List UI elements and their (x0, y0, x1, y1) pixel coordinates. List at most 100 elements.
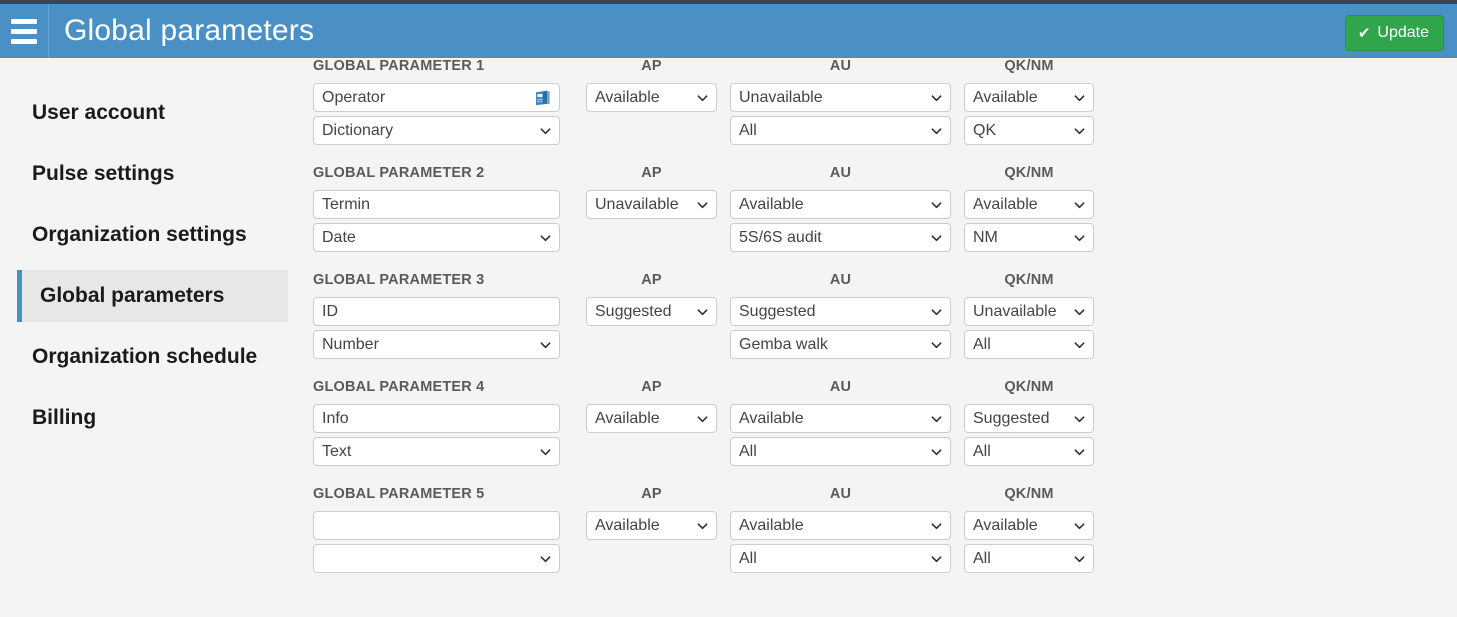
column-header-qk: QK/NM (964, 272, 1094, 288)
qknm-scope-select-value: NM (973, 229, 998, 246)
ap-availability-select[interactable]: Available (586, 511, 717, 540)
sidebar-item-user-account[interactable]: User account (17, 87, 288, 139)
chevron-down-icon (1074, 446, 1085, 457)
ap-availability-select[interactable]: Unavailable (586, 190, 717, 219)
column-header-au: AU (730, 486, 951, 502)
qknm-scope-select[interactable]: NM (964, 223, 1094, 252)
parameter-type-select[interactable]: Number (313, 330, 560, 359)
chevron-down-icon (1074, 339, 1085, 350)
sidebar-item-organization-schedule[interactable]: Organization schedule (17, 331, 288, 383)
column-header-ap: AP (586, 272, 717, 288)
ap-availability-select-value: Unavailable (595, 196, 679, 213)
hamburger-menu-icon[interactable] (0, 4, 48, 58)
chevron-down-icon (697, 413, 708, 424)
qknm-availability-select[interactable]: Suggested (964, 404, 1094, 433)
qknm-availability-select-value: Suggested (973, 410, 1050, 427)
parameter-row: GLOBAL PARAMETER 1APAUQK/NMOperatorDicti… (300, 58, 1457, 165)
chevron-down-icon (1074, 199, 1085, 210)
au-availability-select-value: Available (739, 517, 804, 534)
parameter-row: GLOBAL PARAMETER 3APAUQK/NMIDNumberSugge… (300, 272, 1457, 379)
chevron-down-icon (931, 199, 942, 210)
parameter-type-select[interactable]: Text (313, 437, 560, 466)
chevron-down-icon (1074, 232, 1085, 243)
parameter-row: GLOBAL PARAMETER 5APAUQK/NMAvailableAvai… (300, 486, 1457, 593)
qknm-scope-select[interactable]: QK (964, 116, 1094, 145)
au-availability-select-value: Available (739, 196, 804, 213)
qknm-scope-select-value: QK (973, 122, 996, 139)
sidebar-item-label: Organization settings (32, 223, 247, 247)
parameter-name-input[interactable]: ID (313, 297, 560, 326)
au-scope-select[interactable]: All (730, 437, 951, 466)
chevron-down-icon (931, 553, 942, 564)
au-scope-select[interactable]: 5S/6S audit (730, 223, 951, 252)
au-scope-select-value: All (739, 443, 757, 460)
ap-availability-select[interactable]: Available (586, 83, 717, 112)
sidebar-item-billing[interactable]: Billing (17, 392, 288, 444)
ap-availability-select[interactable]: Available (586, 404, 717, 433)
qknm-scope-select[interactable]: All (964, 544, 1094, 573)
check-icon: ✔ (1358, 26, 1371, 41)
column-header-au: AU (730, 165, 951, 181)
sidebar-item-pulse-settings[interactable]: Pulse settings (17, 148, 288, 200)
au-scope-select[interactable]: Gemba walk (730, 330, 951, 359)
qknm-scope-select[interactable]: All (964, 330, 1094, 359)
hamburger-bar (11, 29, 37, 34)
sidebar-item-label: Billing (32, 406, 96, 430)
sidebar-item-label: Global parameters (40, 284, 224, 308)
au-scope-select[interactable]: All (730, 116, 951, 145)
au-availability-select[interactable]: Available (730, 404, 951, 433)
parameter-row: GLOBAL PARAMETER 2APAUQK/NMTerminDateUna… (300, 165, 1457, 272)
column-header-ap: AP (586, 165, 717, 181)
parameter-name-input-value: ID (322, 303, 338, 320)
qknm-availability-select[interactable]: Available (964, 190, 1094, 219)
update-button[interactable]: ✔ Update (1345, 15, 1444, 51)
sidebar-item-organization-settings[interactable]: Organization settings (17, 209, 288, 261)
page-title: Global parameters (64, 4, 314, 58)
au-availability-select-value: Unavailable (739, 89, 823, 106)
parameter-name-input[interactable]: Info (313, 404, 560, 433)
chevron-down-icon (1074, 413, 1085, 424)
parameter-type-select[interactable]: Date (313, 223, 560, 252)
ap-availability-select-value: Available (595, 517, 660, 534)
qknm-availability-select[interactable]: Unavailable (964, 297, 1094, 326)
chevron-down-icon (1074, 306, 1085, 317)
au-scope-select[interactable]: All (730, 544, 951, 573)
qknm-availability-select-value: Available (973, 517, 1038, 534)
chevron-down-icon (931, 339, 942, 350)
qknm-scope-select[interactable]: All (964, 437, 1094, 466)
parameter-name-input-value: Info (322, 410, 349, 427)
au-scope-select-value: Gemba walk (739, 336, 828, 353)
qknm-availability-select[interactable]: Available (964, 511, 1094, 540)
parameter-name-input[interactable]: Termin (313, 190, 560, 219)
parameter-label: GLOBAL PARAMETER 5 (313, 486, 484, 502)
parameter-type-select[interactable]: Dictionary (313, 116, 560, 145)
au-availability-select[interactable]: Available (730, 511, 951, 540)
sidebar-item-global-parameters[interactable]: Global parameters (17, 270, 288, 322)
au-availability-select[interactable]: Available (730, 190, 951, 219)
chevron-down-icon (931, 232, 942, 243)
parameter-type-select[interactable] (313, 544, 560, 573)
au-availability-select[interactable]: Unavailable (730, 83, 951, 112)
qknm-scope-select-value: All (973, 550, 991, 567)
top-navigation-bar: Global parameters ✔ Update (0, 4, 1457, 58)
au-availability-select[interactable]: Suggested (730, 297, 951, 326)
parameter-label: GLOBAL PARAMETER 1 (313, 58, 484, 74)
au-availability-select-value: Available (739, 410, 804, 427)
sidebar-item-label: Organization schedule (32, 345, 257, 369)
column-header-qk: QK/NM (964, 486, 1094, 502)
chevron-down-icon (697, 306, 708, 317)
chevron-down-icon (931, 446, 942, 457)
parameter-label: GLOBAL PARAMETER 3 (313, 272, 484, 288)
parameter-name-input[interactable] (313, 511, 560, 540)
chevron-down-icon (1074, 553, 1085, 564)
column-header-qk: QK/NM (964, 58, 1094, 74)
chevron-down-icon (697, 92, 708, 103)
qknm-availability-select[interactable]: Available (964, 83, 1094, 112)
au-scope-select-value: 5S/6S audit (739, 229, 822, 246)
chevron-down-icon (697, 520, 708, 531)
chevron-down-icon (1074, 125, 1085, 136)
ap-availability-select[interactable]: Suggested (586, 297, 717, 326)
column-header-qk: QK/NM (964, 379, 1094, 395)
parameter-name-input[interactable]: Operator (313, 83, 560, 112)
sidebar-item-label: User account (32, 101, 165, 125)
